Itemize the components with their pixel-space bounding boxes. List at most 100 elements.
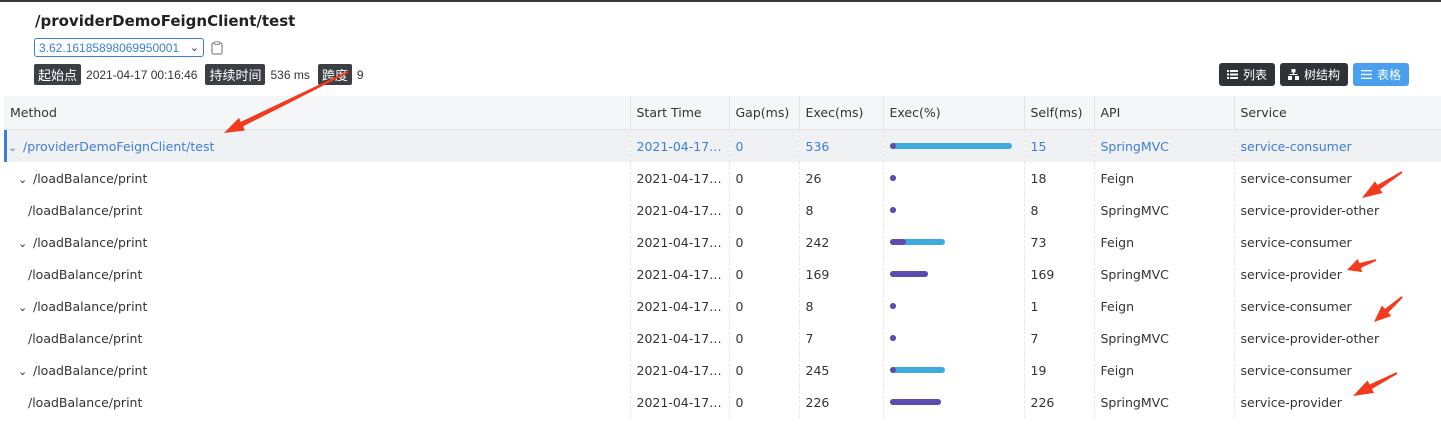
exec-pct-bar: [889, 367, 1012, 373]
start-tag: 起始点: [34, 64, 82, 85]
exec-pct-cell: [883, 322, 1025, 354]
exec-pct-cell: [883, 354, 1025, 386]
col-header-start-time[interactable]: Start Time: [630, 96, 730, 130]
start-time-cell: 2021-04-17 0...: [630, 258, 730, 290]
method-cell[interactable]: ⌄/loadBalance/print: [4, 290, 631, 322]
exec-bar-self: [889, 367, 896, 373]
api-cell: SpringMVC: [1094, 386, 1235, 418]
chevron-down-icon[interactable]: ⌄: [18, 173, 30, 186]
start-time-cell: 2021-04-17 0...: [630, 354, 730, 386]
exec-pct-cell: [883, 129, 1025, 162]
col-header-self[interactable]: Self(ms): [1024, 96, 1095, 130]
trace-table: Method Start Time Gap(ms) Exec(ms) Exec(…: [4, 96, 1441, 418]
table-row[interactable]: /loadBalance/print 2021-04-17 0... 0 7 7 Spri…: [4, 322, 1441, 354]
exec-cell: 8: [799, 194, 884, 226]
table-row[interactable]: ⌄/loadBalance/print 2021-04-17 0... 0 242 73…: [4, 226, 1441, 258]
method-name: /loadBalance/print: [33, 170, 148, 186]
exec-cell: 245: [799, 354, 884, 386]
exec-pct-bar: [889, 239, 1012, 245]
exec-bar-self: [889, 143, 896, 149]
table-row[interactable]: ⌄/loadBalance/print 2021-04-17 0... 0 8 1 Fei…: [4, 290, 1441, 322]
exec-pct-bar: [889, 399, 1012, 405]
exec-cell: 169: [799, 258, 884, 290]
table-row[interactable]: /loadBalance/print 2021-04-17 0... 0 169 169…: [4, 258, 1441, 290]
table-view-label: 表格: [1376, 68, 1401, 82]
method-name: /providerDemoFeignClient/test: [23, 138, 215, 154]
service-cell: service-provider-other: [1240, 330, 1380, 346]
col-header-api[interactable]: API: [1094, 96, 1235, 130]
start-time-cell: 2021-04-17 0...: [630, 194, 730, 226]
spans-tag: 跨度: [317, 64, 352, 85]
col-header-exec-pct[interactable]: Exec(%): [883, 96, 1025, 130]
trace-id-select[interactable]: 3.62.16185898069950001 ⌄: [34, 38, 204, 57]
start-time-cell: 2021-04-17 0...: [630, 322, 730, 354]
method-cell[interactable]: /loadBalance/print: [4, 322, 631, 354]
exec-bar-self: [889, 239, 907, 245]
exec-pct-cell: [883, 258, 1025, 290]
method-cell[interactable]: ⌄/loadBalance/print: [4, 354, 631, 386]
tree-view-label: 树结构: [1303, 68, 1340, 82]
api-cell: Feign: [1094, 354, 1235, 386]
exec-pct-cell: [883, 386, 1025, 418]
exec-bar-total: [889, 143, 1012, 149]
exec-pct-bar: [889, 271, 1012, 277]
start-time-cell: 2021-04-17 0...: [630, 290, 730, 322]
exec-pct-cell: [883, 226, 1025, 258]
table-header-row: Method Start Time Gap(ms) Exec(ms) Exec(…: [4, 96, 1441, 130]
method-name: /loadBalance/print: [33, 298, 148, 314]
table-row[interactable]: ⌄/loadBalance/print 2021-04-17 0... 0 245 19…: [4, 354, 1441, 386]
table-row[interactable]: ⌄/providerDemoFeignClient/test 2021-04-17…: [4, 129, 1441, 162]
col-header-method[interactable]: Method: [4, 96, 631, 130]
self-cell: 18: [1024, 162, 1095, 194]
service-cell: service-consumer: [1234, 129, 1441, 162]
gap-cell: 0: [729, 194, 800, 226]
chevron-down-icon[interactable]: ⌄: [18, 301, 30, 314]
service-cell: service-provider: [1240, 394, 1342, 410]
service-cell: service-provider: [1240, 266, 1342, 282]
clipboard-icon[interactable]: [211, 41, 223, 55]
exec-pct-bar: [889, 207, 1012, 213]
api-cell: SpringMVC: [1094, 258, 1235, 290]
method-cell[interactable]: /loadBalance/print: [4, 386, 631, 418]
trace-id-value: 3.62.16185898069950001: [39, 40, 180, 55]
col-header-service[interactable]: Service: [1234, 96, 1441, 130]
method-cell[interactable]: /loadBalance/print: [4, 258, 631, 290]
self-cell: 226: [1024, 386, 1095, 418]
exec-bar-self: [889, 175, 896, 181]
chevron-down-icon[interactable]: ⌄: [18, 237, 30, 250]
self-cell: 19: [1024, 354, 1095, 386]
api-cell: Feign: [1094, 290, 1235, 322]
list-icon: [1226, 70, 1238, 79]
self-cell: 73: [1024, 226, 1095, 258]
exec-pct-bar: [889, 303, 1012, 309]
table-row[interactable]: /loadBalance/print 2021-04-17 0... 0 8 8 Spri…: [4, 194, 1441, 226]
exec-pct-bar: [889, 143, 1012, 149]
method-cell[interactable]: ⌄/loadBalance/print: [4, 162, 631, 194]
chevron-down-icon[interactable]: ⌄: [8, 141, 20, 154]
start-time-cell: 2021-04-17 0...: [630, 226, 730, 258]
method-cell[interactable]: ⌄/providerDemoFeignClient/test: [4, 129, 631, 162]
method-cell[interactable]: ⌄/loadBalance/print: [4, 226, 631, 258]
tree-icon: [1287, 69, 1299, 80]
chevron-down-icon[interactable]: ⌄: [18, 365, 30, 378]
gap-cell: 0: [729, 226, 800, 258]
col-header-exec[interactable]: Exec(ms): [799, 96, 884, 130]
tree-view-button[interactable]: 树结构: [1279, 63, 1348, 86]
method-cell[interactable]: /loadBalance/print: [4, 194, 631, 226]
col-header-gap[interactable]: Gap(ms): [729, 96, 800, 130]
page-title: /providerDemoFeignClient/test: [35, 12, 296, 30]
view-switcher: 列表 树结构 表格: [1218, 63, 1409, 86]
table-row[interactable]: /loadBalance/print 2021-04-17 0... 0 226 226…: [4, 386, 1441, 418]
self-cell: 15: [1024, 129, 1095, 162]
exec-cell: 26: [799, 162, 884, 194]
list-view-button[interactable]: 列表: [1218, 63, 1275, 86]
method-name: /loadBalance/print: [28, 330, 143, 346]
api-cell: Feign: [1094, 162, 1235, 194]
start-time-cell: 2021-04-17 0...: [630, 162, 730, 194]
gap-cell: 0: [729, 258, 800, 290]
gap-cell: 0: [729, 162, 800, 194]
table-view-button[interactable]: 表格: [1352, 63, 1409, 86]
table-row[interactable]: ⌄/loadBalance/print 2021-04-17 0... 0 26 18 F…: [4, 162, 1441, 194]
duration-tag: 持续时间: [205, 64, 266, 85]
self-cell: 8: [1024, 194, 1095, 226]
